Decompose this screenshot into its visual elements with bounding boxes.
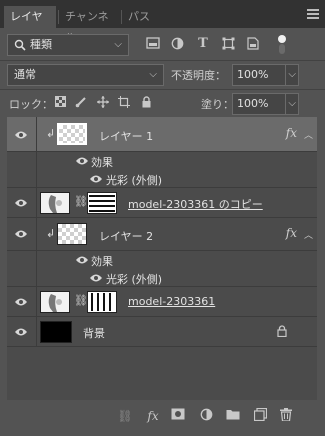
fill-value: 100%	[237, 97, 269, 110]
new-group-icon[interactable]	[225, 408, 241, 424]
chevron-down-icon: ⌵	[149, 69, 157, 80]
panel-menu-icon[interactable]	[307, 9, 319, 19]
eye-icon	[15, 328, 27, 336]
link-icon[interactable]: ⛓	[74, 294, 88, 307]
chevron-up-icon[interactable]: ︿	[304, 228, 313, 241]
layer-name[interactable]: 背景	[83, 325, 105, 341]
eye-icon	[15, 131, 27, 139]
adjustment-layer-filter-icon[interactable]	[170, 37, 184, 51]
eye-icon[interactable]	[89, 174, 103, 184]
blend-mode-dropdown[interactable]: 通常 ⌵	[7, 64, 164, 86]
filter-kind-dropdown[interactable]: 種類 ⌵	[7, 34, 129, 56]
layer-fx-icon[interactable]: fx	[286, 226, 297, 240]
search-icon	[14, 35, 26, 58]
layer-effect-item[interactable]: 光彩 (外側)	[7, 269, 317, 287]
visibility-toggle[interactable]	[7, 218, 37, 250]
opacity-slider-button[interactable]: ⌵	[285, 64, 299, 86]
divider	[0, 89, 325, 90]
layer-thumbnail[interactable]	[57, 223, 87, 245]
type-layer-filter-icon[interactable]: T	[196, 37, 210, 51]
eye-column	[7, 251, 37, 269]
fill-label: 塗り：	[201, 98, 234, 111]
smart-object-filter-icon[interactable]	[246, 37, 260, 51]
fill-input[interactable]: 100%	[232, 93, 286, 115]
tab-paths-label: パス	[128, 10, 150, 23]
visibility-toggle[interactable]	[7, 188, 37, 217]
effects-label: 効果	[91, 255, 113, 268]
visibility-toggle[interactable]	[7, 287, 37, 316]
eye-icon	[15, 199, 27, 207]
chevron-down-icon: ⌵	[288, 69, 296, 80]
layer-name[interactable]: レイヤー 2	[99, 228, 153, 244]
chevron-down-icon: ⌵	[114, 39, 122, 50]
visibility-toggle[interactable]	[7, 317, 37, 346]
delete-layer-icon[interactable]	[278, 408, 294, 424]
effects-label: 効果	[91, 156, 113, 169]
link-icon[interactable]: ⛓	[74, 195, 88, 208]
blend-mode-value: 通常	[14, 68, 36, 81]
opacity-value: 100%	[237, 68, 269, 81]
layer-effect-item[interactable]: 光彩 (外側)	[7, 170, 317, 188]
layer-row-model[interactable]: ⛓ model-2303361	[7, 287, 317, 317]
eye-icon[interactable]	[75, 255, 89, 265]
layer-mask-thumbnail[interactable]	[87, 291, 117, 313]
layer-row-layer1[interactable]: ↲ レイヤー 1 fx ︿	[7, 117, 317, 152]
eye-column	[7, 170, 37, 187]
layer-name[interactable]: model-2303361 のコピー	[128, 196, 263, 212]
layer-effects-row[interactable]: 効果	[7, 251, 317, 269]
add-mask-icon[interactable]	[170, 408, 186, 424]
visibility-toggle[interactable]	[7, 117, 37, 151]
add-layer-style-icon[interactable]: fx	[145, 408, 161, 424]
chevron-down-icon: ⌵	[288, 98, 296, 109]
tab-layers[interactable]: レイヤー	[4, 6, 56, 44]
layer-row-background[interactable]: 背景	[7, 317, 317, 347]
divider	[0, 60, 325, 61]
shape-layer-filter-icon[interactable]	[221, 37, 235, 51]
layer-mask-thumbnail[interactable]	[87, 192, 117, 214]
link-layers-icon[interactable]: ⛓	[117, 408, 133, 424]
layer-thumbnail[interactable]	[40, 291, 70, 313]
opacity-input[interactable]: 100%	[232, 64, 286, 86]
effect-name: 光彩 (外側)	[106, 174, 163, 187]
layer-fx-icon[interactable]: fx	[286, 126, 297, 140]
filter-toggle-switch[interactable]	[277, 35, 287, 55]
pixel-layer-filter-icon[interactable]	[146, 37, 160, 51]
filter-kind-label: 種類	[30, 38, 52, 51]
layer-thumbnail[interactable]	[40, 321, 72, 343]
layer-thumbnail[interactable]	[57, 123, 87, 145]
lock-label: ロック：	[9, 98, 53, 111]
lock-all-icon[interactable]	[139, 96, 153, 110]
lock-transparent-pixels-icon[interactable]	[53, 96, 67, 110]
layer-row-layer2[interactable]: ↲ レイヤー 2 fx ︿	[7, 218, 317, 251]
layer-row-model-copy[interactable]: ⛓ model-2303361 のコピー	[7, 188, 317, 218]
tab-paths[interactable]: パス	[122, 6, 162, 28]
lock-position-icon[interactable]	[96, 96, 110, 110]
opacity-label: 不透明度：	[171, 69, 226, 82]
lock-icon	[277, 325, 287, 340]
eye-icon	[15, 298, 27, 306]
layers-list: ↲ レイヤー 1 fx ︿ 効果 光彩 (外側) ⛓ model-2303361…	[7, 117, 317, 400]
eye-column	[7, 269, 37, 286]
lock-artboard-icon[interactable]	[117, 96, 131, 110]
fill-slider-button[interactable]: ⌵	[285, 93, 299, 115]
tab-bar: レイヤー チャンネル パス	[0, 0, 325, 44]
clipping-mask-icon: ↲	[46, 127, 56, 140]
eye-icon[interactable]	[75, 156, 89, 166]
effect-name: 光彩 (外側)	[106, 273, 163, 286]
eye-column	[7, 152, 37, 170]
layer-name[interactable]: レイヤー 1	[99, 128, 153, 144]
layer-thumbnail[interactable]	[40, 192, 70, 214]
chevron-up-icon[interactable]: ︿	[304, 128, 313, 141]
new-adjustment-layer-icon[interactable]	[198, 408, 214, 424]
new-layer-icon[interactable]	[252, 407, 268, 424]
layer-name[interactable]: model-2303361	[128, 295, 215, 308]
eye-icon[interactable]	[89, 273, 103, 283]
eye-icon	[15, 230, 27, 238]
layers-panel-footer	[0, 400, 325, 436]
tab-channels[interactable]: チャンネル	[59, 6, 121, 44]
clipping-mask-icon: ↲	[46, 227, 56, 240]
lock-image-pixels-icon[interactable]	[74, 96, 88, 110]
layer-effects-row[interactable]: 効果	[7, 152, 317, 170]
